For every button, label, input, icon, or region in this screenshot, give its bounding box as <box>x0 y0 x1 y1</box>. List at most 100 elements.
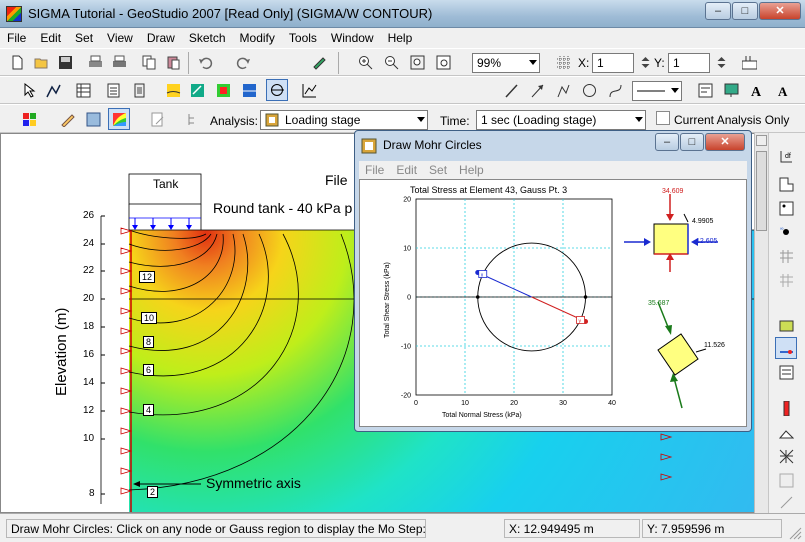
menu-draw[interactable]: Draw <box>140 28 182 45</box>
sketch-circle-icon[interactable] <box>578 79 600 101</box>
material-icon[interactable] <box>82 108 104 130</box>
draw-deformed-icon[interactable] <box>238 79 260 101</box>
menu-edit[interactable]: Edit <box>33 28 68 45</box>
menu-tools[interactable]: Tools <box>282 28 324 45</box>
analysis-tree-icon[interactable] <box>182 108 204 130</box>
draw-mesh-icon[interactable] <box>775 245 797 267</box>
menu-file[interactable]: File <box>0 28 33 45</box>
pointer-icon[interactable] <box>18 79 40 101</box>
scale-icon[interactable] <box>738 51 760 73</box>
paste-icon[interactable] <box>162 51 184 73</box>
zoom-select[interactable]: 99% <box>472 53 540 73</box>
print-preview-icon[interactable] <box>108 51 130 73</box>
contour-colors-icon[interactable] <box>108 108 130 130</box>
redo-icon[interactable] <box>232 51 266 73</box>
draw-mohr-circles-icon[interactable] <box>266 79 288 101</box>
dialog-minimize-button[interactable]: – <box>655 133 679 151</box>
chevron-down-icon <box>529 60 537 65</box>
draw-grid-icon[interactable] <box>775 269 797 291</box>
draw-beams-icon[interactable] <box>775 397 797 419</box>
sketch-arrow-icon[interactable] <box>526 79 548 101</box>
draw-vectors-icon[interactable] <box>186 79 208 101</box>
y-tick: 24 <box>83 238 95 249</box>
copy-icon[interactable] <box>138 51 160 73</box>
close-button[interactable]: ✕ <box>759 2 801 20</box>
key-in-analyses-icon[interactable] <box>18 108 40 130</box>
time-select[interactable]: 1 sec (Loading stage) <box>476 110 646 130</box>
new-file-icon[interactable] <box>6 51 28 73</box>
sketch-line-icon[interactable] <box>500 79 522 101</box>
menu-help[interactable]: Help <box>381 28 420 45</box>
draw-bc-icon[interactable] <box>775 337 797 359</box>
font-style-icon[interactable]: A <box>772 79 794 101</box>
draw-trace-icon[interactable] <box>775 491 797 513</box>
contour-label: 2 <box>147 486 159 498</box>
menu-modify[interactable]: Modify <box>233 28 282 45</box>
zoom-value: 99% <box>477 56 502 70</box>
view-graph-icon[interactable] <box>42 79 64 101</box>
draw-boundary-icon[interactable]: ∞ <box>775 221 797 243</box>
edit-page-icon[interactable] <box>146 108 168 130</box>
dialog-maximize-button[interactable]: □ <box>680 133 704 151</box>
undo-icon[interactable] <box>194 51 228 73</box>
print-icon[interactable] <box>84 51 106 73</box>
dialog-menu-help[interactable]: Help <box>453 161 490 179</box>
save-icon[interactable] <box>54 51 76 73</box>
sketch-select-icon[interactable] <box>308 51 330 73</box>
tau-value: 4.9905 <box>692 218 714 225</box>
zoom-out-icon[interactable] <box>380 51 402 73</box>
maximize-button[interactable]: □ <box>732 2 758 20</box>
x-spacing-input[interactable]: 1 <box>592 53 634 73</box>
zoom-in-icon[interactable] <box>354 51 376 73</box>
draw-graph-icon[interactable] <box>298 79 320 101</box>
dialog-close-button[interactable]: ✕ <box>705 133 745 151</box>
draw-contours-icon[interactable] <box>162 79 184 101</box>
sketch-text-icon[interactable] <box>694 79 716 101</box>
report-icon[interactable] <box>102 79 124 101</box>
chevron-down-icon <box>635 117 643 122</box>
zoom-window-icon[interactable] <box>406 51 428 73</box>
sketch-polyline-icon[interactable] <box>552 79 574 101</box>
scroll-up-button[interactable] <box>756 135 767 146</box>
y-tick: 26 <box>83 210 95 221</box>
y-spinner[interactable] <box>712 51 726 73</box>
zoom-page-icon[interactable] <box>432 51 454 73</box>
draw-structure-icon[interactable] <box>775 361 797 383</box>
sketch-pencil-icon[interactable] <box>56 108 78 130</box>
scroll-thumb[interactable] <box>756 151 767 231</box>
draw-regions-icon[interactable] <box>775 173 797 195</box>
mohr-plot-area[interactable]: Total Stress at Element 43, Gauss Pt. 3 … <box>359 179 747 427</box>
minimize-button[interactable]: – <box>705 2 731 20</box>
draw-slip-icon[interactable] <box>775 421 797 443</box>
menu-view[interactable]: View <box>100 28 140 45</box>
sketch-picture-icon[interactable] <box>720 79 742 101</box>
film-icon[interactable] <box>128 79 150 101</box>
draw-flux-icon[interactable] <box>212 79 234 101</box>
sketch-curve-icon[interactable] <box>604 79 626 101</box>
menu-window[interactable]: Window <box>324 28 381 45</box>
results-table-icon[interactable] <box>72 79 94 101</box>
resize-grip-icon[interactable] <box>788 526 802 540</box>
line-style-select[interactable] <box>632 81 682 101</box>
vertical-scrollbar[interactable] <box>754 133 768 513</box>
open-folder-icon[interactable] <box>30 51 52 73</box>
dialog-menu-set[interactable]: Set <box>423 161 453 179</box>
draw-mesh-pattern-icon[interactable] <box>775 445 797 467</box>
draw-materials-icon[interactable] <box>775 313 797 335</box>
dialog-menu-edit[interactable]: Edit <box>390 161 423 179</box>
draw-points-icon[interactable] <box>775 197 797 219</box>
menu-set[interactable]: Set <box>68 28 100 45</box>
dialog-menu-file[interactable]: File <box>359 161 390 179</box>
mode-toolbar: A A <box>0 76 805 104</box>
menu-sketch[interactable]: Sketch <box>182 28 233 45</box>
grid-icon[interactable] <box>552 51 574 73</box>
x-spinner[interactable] <box>636 51 650 73</box>
y-spacing-input[interactable]: 1 <box>668 53 710 73</box>
analysis-select[interactable]: Loading stage <box>260 110 428 130</box>
draw-axes-icon[interactable]: df <box>775 145 797 167</box>
font-size-icon[interactable]: A <box>746 79 768 101</box>
draw-interface-icon[interactable] <box>775 469 797 491</box>
current-analysis-checkbox[interactable] <box>656 111 670 125</box>
contour-label: 6 <box>143 364 155 376</box>
y-tick: 16 <box>83 349 95 360</box>
